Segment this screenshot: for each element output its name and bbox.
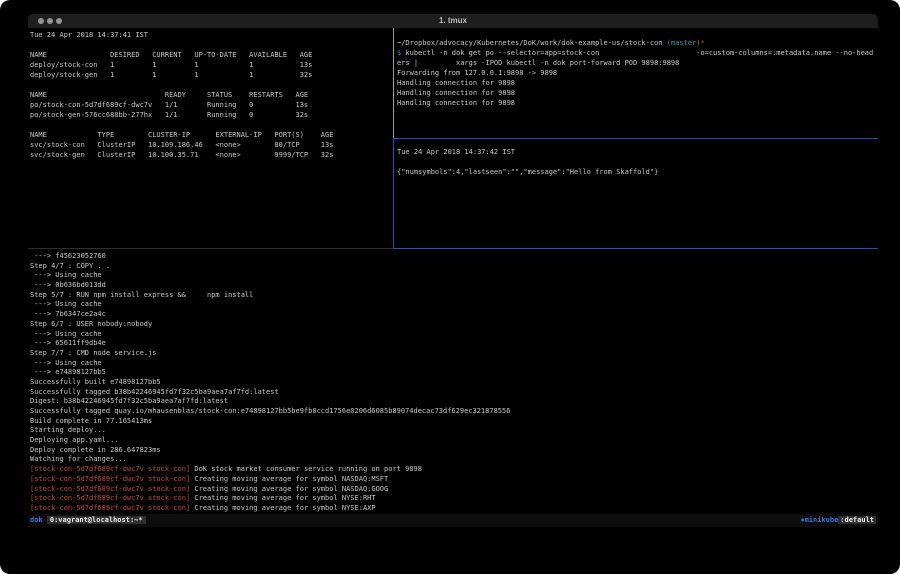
terminal-line: {"numsymbols":4,"lastseen":"","message":… [397,167,878,177]
terminal-line: [stock-con-5d7df689cf-dwc7v stock-con] C… [30,494,878,504]
kube-context: minikube [805,516,839,524]
pane-skaffold-build-log[interactable]: ---> f45623052760Step 4/7 : COPY . . ---… [30,252,878,514]
terminal-line: Build complete in 77.165413ms [30,417,878,427]
terminal-line: svc/stock-gen ClusterIP 10.100.35.71 <no… [30,150,392,160]
terminal-line [30,80,392,90]
terminal-line: Starting deploy... [30,426,878,436]
terminal-line: Tue 24 Apr 2018 14:37:41 IST [30,30,392,40]
terminal-line: po/stock-con-5d7df689cf-dwc7v 1/1 Runnin… [30,100,392,110]
terminal-line: Deploy complete in 286.647823ms [30,446,878,456]
pane-service-probe[interactable]: Tue 24 Apr 2018 14:37:42 IST {"numsymbols… [397,147,878,247]
terminal-line: Handling connection for 9898 [397,88,878,98]
terminal-line: Step 7/7 : CMD node service.js [30,349,878,359]
terminal-line: [stock-con-5d7df689cf-dwc7v stock-con] C… [30,485,878,495]
pane-shell-port-forward[interactable]: ~/Dropbox/advocacy/Kubernetes/DoK/work/d… [397,38,878,138]
terminal-line: NAME READY STATUS RESTARTS AGE [30,90,392,100]
terminal-line: ---> 7b6347ce2a4c [30,310,878,320]
terminal-line: ---> Using cache [30,330,878,340]
terminal-line: ---> 0b636bd013dd [30,281,878,291]
pane-divider-vertical-active [393,138,394,249]
window-titlebar[interactable]: 1. tmux [28,14,878,28]
pane-divider-horizontal-active [393,138,878,139]
pane-divider-horizontal-active-bottom [393,248,878,249]
terminal-line: Forwarding from 127.0.0.1:9898 -> 9898 [397,68,878,78]
terminal-line: Deploying app.yaml... [30,436,878,446]
pane-divider-vertical-inactive [393,28,394,138]
terminal-line: Watching for changes... [30,455,878,465]
terminal-line: NAME DESIRED CURRENT UP-TO-DATE AVAILABL… [30,50,392,60]
terminal-line: deploy/stock-gen 1 1 1 1 32s [30,70,392,80]
terminal-line: Successfully tagged quay.io/mhausenblas/… [30,407,878,417]
terminal-line: po/stock-gen-576cc688bb-277hx 1/1 Runnin… [30,110,392,120]
terminal-line: [stock-con-5d7df689cf-dwc7v stock-con] C… [30,475,878,485]
pane-kubectl-watch[interactable]: Tue 24 Apr 2018 14:37:41 IST NAME DESIRED… [30,30,392,248]
terminal-line: Step 6/7 : USER nobody:nobody [30,320,878,330]
terminal-line: ---> 65611ff9db4e [30,339,878,349]
terminal-line: Step 4/7 : COPY . . [30,262,878,272]
terminal-line: ---> e74898127bb5 [30,368,878,378]
terminal-line [30,40,392,50]
tmux-status-bar: dok 0:vagrant@localhost:~* ⎈minikube:def… [28,514,878,527]
terminal-line [397,157,878,167]
terminal-line: [stock-con-5d7df689cf-dwc7v stock-con] D… [30,465,878,475]
terminal-line: ~/Dropbox/advocacy/Kubernetes/DoK/work/d… [397,38,878,48]
pane-divider-horizontal-inactive [28,248,393,249]
terminal-line [30,120,392,130]
status-right: ⎈minikube:default [800,514,876,527]
terminal-line: ---> Using cache [30,359,878,369]
terminal-line: NAME TYPE CLUSTER-IP EXTERNAL-IP PORT(S)… [30,130,392,140]
terminal-line: deploy/stock-con 1 1 1 1 13s [30,60,392,70]
terminal-line: Successfully tagged b38b42246945fd7f32c5… [30,388,878,398]
terminal-line: Tue 24 Apr 2018 14:37:42 IST [397,147,878,157]
terminal-line: $ kubectl -n dok get po --selector=app=s… [397,48,878,58]
window-title: 1. tmux [28,14,878,28]
status-left: dok 0:vagrant@localhost:~* [30,514,146,527]
terminal-line: [stock-con-5d7df689cf-dwc7v stock-con] C… [30,504,878,514]
terminal-line: svc/stock-con ClusterIP 10.109.186.46 <n… [30,140,392,150]
terminal-window: 1. tmux Tue 24 Apr 2018 14:37:41 IST NAME… [0,0,900,574]
session-name: dok [30,516,43,524]
terminal-line: ---> Using cache [30,271,878,281]
window-tab[interactable]: 0:vagrant@localhost:~* [47,516,146,524]
terminal-line: Successfully built e74898127bb5 [30,378,878,388]
terminal-line: Digest: b38b42246945fd7f32c5ba9aea7af7fd… [30,397,878,407]
terminal-line: Handling connection for 9898 [397,98,878,108]
terminal-line: Step 5/7 : RUN npm install express && np… [30,291,878,301]
terminal-line: ---> f45623052760 [30,252,878,262]
terminal-line: Handling connection for 9898 [397,78,878,88]
terminal-line: ---> Using cache [30,300,878,310]
terminal-line: ers | xargs -IPOD kubectl -n dok port-fo… [397,58,878,68]
kube-namespace: :default [838,516,876,524]
